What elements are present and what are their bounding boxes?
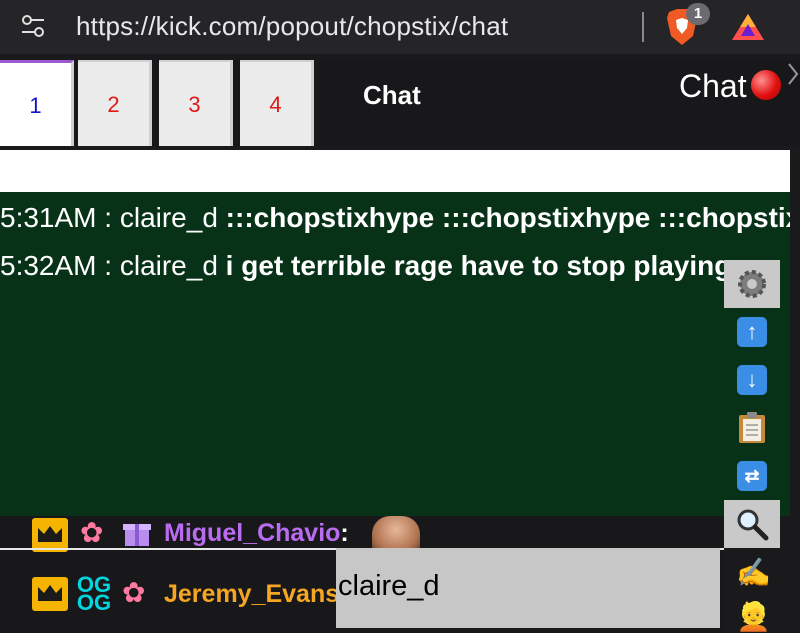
tab-row: 1 2 3 4 Chat Chat bbox=[0, 60, 800, 146]
search-icon bbox=[737, 509, 769, 541]
flower-badge-icon: ✿ bbox=[122, 577, 146, 608]
message-input[interactable]: claire_d bbox=[336, 548, 720, 628]
log-time: 5:31AM bbox=[0, 202, 97, 233]
gift-badge-icon bbox=[122, 516, 152, 556]
tab-4[interactable]: 4 bbox=[240, 60, 314, 146]
chat-username[interactable]: Jeremy_Evans bbox=[164, 580, 339, 609]
down-arrow-icon: ↓ bbox=[737, 365, 767, 395]
log-sep: : bbox=[96, 202, 120, 233]
log-user: claire_d bbox=[119, 202, 218, 233]
address-separator bbox=[642, 12, 644, 42]
chat-log: 5:31AM : claire_d :::chopstixhype :::cho… bbox=[0, 192, 790, 516]
shuffle-icon: ⇄ bbox=[737, 461, 767, 491]
writing-hand-icon[interactable]: ✍ bbox=[736, 556, 771, 589]
tab-2[interactable]: 2 bbox=[78, 60, 152, 146]
tab-1[interactable]: 1 bbox=[0, 60, 74, 146]
clipboard-icon bbox=[739, 412, 765, 443]
scroll-up-button[interactable]: ↑ bbox=[724, 308, 780, 356]
address-bar: https://kick.com/popout/chopstix/chat 1 bbox=[0, 0, 800, 54]
shuffle-button[interactable]: ⇄ bbox=[724, 452, 780, 500]
tab-3[interactable]: 3 bbox=[159, 60, 233, 146]
scroll-right-icon[interactable] bbox=[787, 60, 800, 90]
flower-badge-icon: ✿ bbox=[80, 517, 104, 548]
chat-username[interactable]: Miguel_Chavio: bbox=[164, 519, 349, 548]
crown-icon bbox=[32, 518, 68, 552]
username-text: Miguel_Chavio bbox=[164, 519, 341, 547]
chat-tab-label[interactable]: Chat bbox=[363, 80, 421, 111]
person-icon[interactable]: 👱 bbox=[736, 600, 771, 633]
log-line: 5:32AM : claire_d i get terrible rage ha… bbox=[0, 250, 731, 282]
brave-count-badge: 1 bbox=[686, 3, 710, 25]
bat-rewards-icon[interactable] bbox=[730, 12, 766, 42]
up-arrow-icon: ↑ bbox=[737, 317, 767, 347]
og-badge-icon: OG OG bbox=[76, 572, 112, 615]
search-button[interactable] bbox=[724, 500, 780, 548]
log-time: 5:32AM bbox=[0, 250, 97, 281]
live-indicator-icon bbox=[750, 70, 781, 100]
settings-button[interactable] bbox=[724, 260, 780, 308]
clipboard-button[interactable] bbox=[724, 404, 780, 452]
chat-status-label: Chat bbox=[679, 68, 747, 104]
log-sep: : bbox=[96, 250, 120, 281]
log-message: :::chopstixhype :::chopstixhype :::chops… bbox=[225, 202, 790, 233]
log-message: i get terrible rage have to stop playing bbox=[217, 250, 732, 281]
username-separator: : bbox=[340, 519, 349, 547]
log-line: 5:31AM : claire_d :::chopstixhype :::cho… bbox=[0, 202, 790, 234]
message-input-text: claire_d bbox=[338, 570, 440, 602]
scroll-down-button[interactable]: ↓ bbox=[724, 356, 780, 404]
blank-strip bbox=[0, 150, 790, 192]
log-user: claire_d bbox=[119, 250, 218, 281]
gear-icon bbox=[738, 270, 766, 298]
crown-icon bbox=[32, 577, 68, 611]
emote-icon bbox=[372, 516, 420, 550]
url-field[interactable]: https://kick.com/popout/chopstix/chat bbox=[76, 11, 508, 42]
chat-status: Chat bbox=[679, 68, 781, 105]
site-settings-icon[interactable] bbox=[20, 13, 46, 39]
